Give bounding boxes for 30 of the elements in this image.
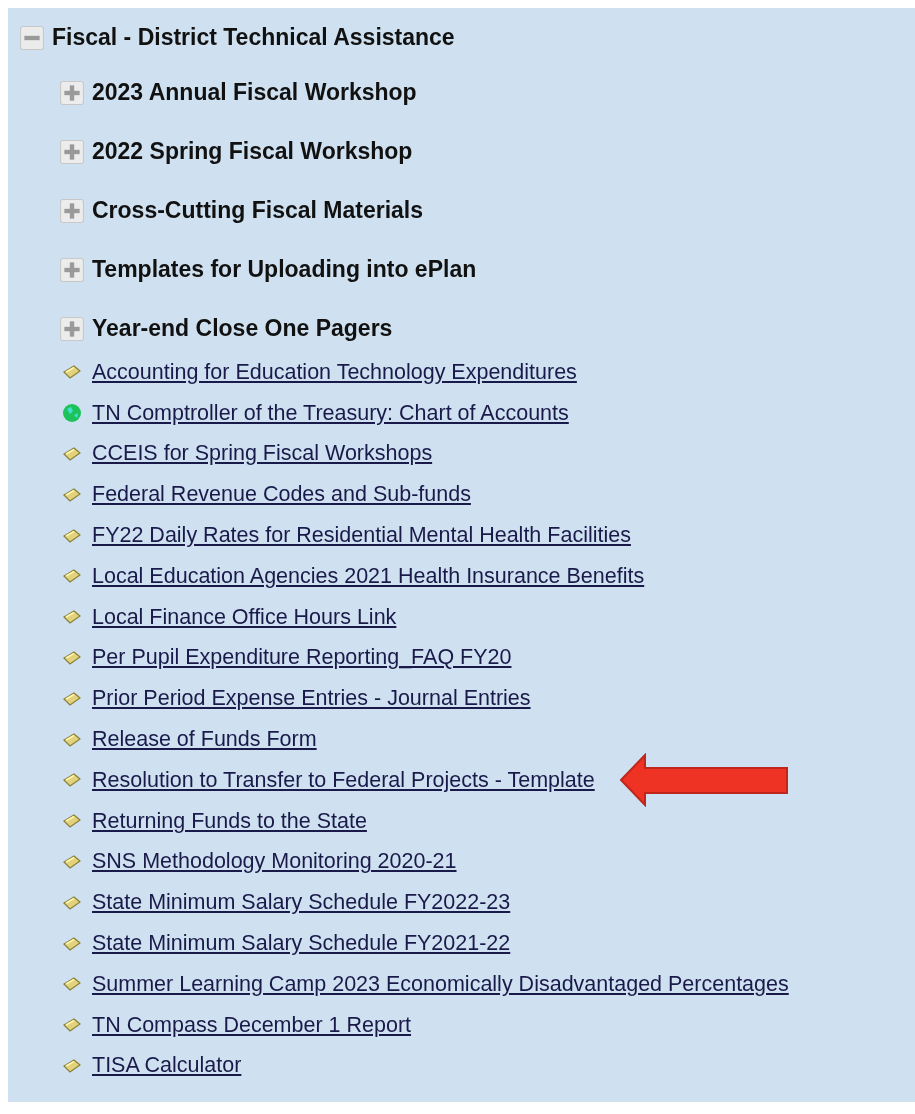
document-link[interactable]: Prior Period Expense Entries - Journal Entries (92, 686, 531, 712)
document-link[interactable]: Resolution to Transfer to Federal Projects - Template (92, 767, 595, 793)
document-link[interactable]: SNS Methodology Monitoring 2020-21 (92, 849, 457, 875)
folder-label[interactable]: Year-end Close One Pagers (92, 315, 393, 342)
tree-root-label[interactable]: Fiscal - District Technical Assistance (52, 24, 455, 51)
document-link[interactable]: FY22 Daily Rates for Residential Mental Health Facilities (92, 523, 631, 549)
document-link[interactable]: State Minimum Salary Schedule FY2021-22 (92, 931, 511, 957)
document-link[interactable]: Per Pupil Expenditure Reporting_FAQ FY20 (92, 645, 512, 671)
document-link[interactable]: Release of Funds Form (92, 727, 317, 753)
expand-icon[interactable] (60, 80, 84, 105)
document-link[interactable]: Summer Learning Camp 2023 Economically Disadvantaged Percentages (92, 971, 789, 997)
folder-label[interactable]: 2023 Annual Fiscal Workshop (92, 79, 417, 106)
expand-icon[interactable] (60, 257, 84, 282)
document-link[interactable]: Federal Revenue Codes and Sub-funds (92, 482, 471, 508)
document-link[interactable]: TN Compass December 1 Report (92, 1012, 412, 1038)
document-link[interactable]: Local Education Agencies 2021 Health Insurance Benefits (92, 563, 645, 589)
document-link[interactable]: Local Finance Office Hours Link (92, 604, 397, 630)
document-link[interactable]: CCEIS for Spring Fiscal Workshops (92, 441, 433, 467)
document-link[interactable]: State Minimum Salary Schedule FY2022-23 (92, 890, 511, 916)
document-link[interactable]: TISA Calculator (92, 1053, 242, 1079)
folder-label[interactable]: Templates for Uploading into ePlan (92, 256, 477, 283)
expand-icon[interactable] (60, 198, 84, 223)
document-link[interactable]: Returning Funds to the State (92, 808, 367, 834)
folder-label[interactable]: 2022 Spring Fiscal Workshop (92, 138, 413, 165)
collapse-icon[interactable] (20, 25, 44, 50)
expand-icon[interactable] (60, 316, 84, 341)
document-link[interactable]: Accounting for Education Technology Expenditures (92, 359, 577, 385)
folder-label[interactable]: Cross-Cutting Fiscal Materials (92, 197, 424, 224)
expand-icon[interactable] (60, 139, 84, 164)
document-link[interactable]: TN Comptroller of the Treasury: Chart of Accounts (92, 400, 569, 426)
